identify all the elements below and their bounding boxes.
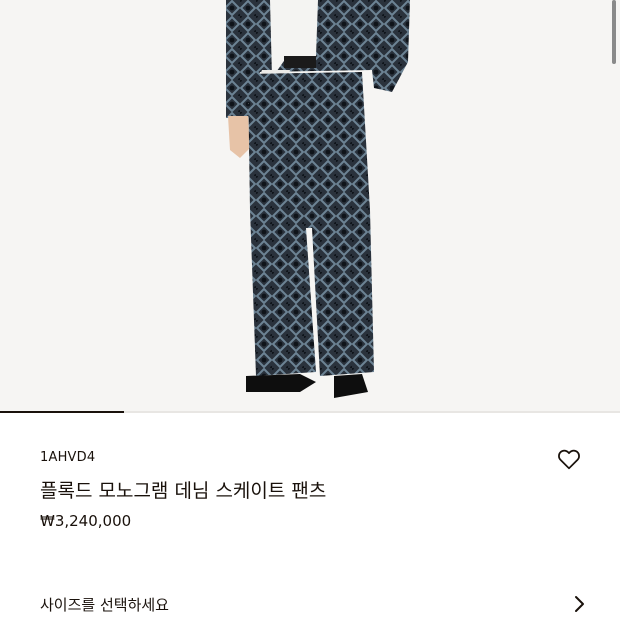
size-selector-button[interactable]: 사이즈를 선택하세요 [40, 586, 586, 620]
gallery-progress-indicator [0, 411, 124, 413]
wishlist-button[interactable] [556, 446, 582, 472]
product-image[interactable] [0, 0, 620, 412]
page-scrollbar[interactable] [612, 0, 616, 64]
product-page: 1AHVD4 플록드 모노그램 데님 스케이트 팬츠 ₩3,240,000 사이… [0, 0, 620, 620]
gallery-progress-track [0, 411, 620, 413]
heart-icon [558, 449, 580, 470]
product-sku: 1AHVD4 [40, 450, 96, 465]
product-title: 플록드 모노그램 데님 스케이트 팬츠 [40, 480, 327, 502]
chevron-right-icon [575, 596, 584, 612]
product-photo [226, 0, 410, 398]
size-selector-label: 사이즈를 선택하세요 [40, 596, 169, 614]
product-price: ₩3,240,000 [40, 512, 132, 530]
